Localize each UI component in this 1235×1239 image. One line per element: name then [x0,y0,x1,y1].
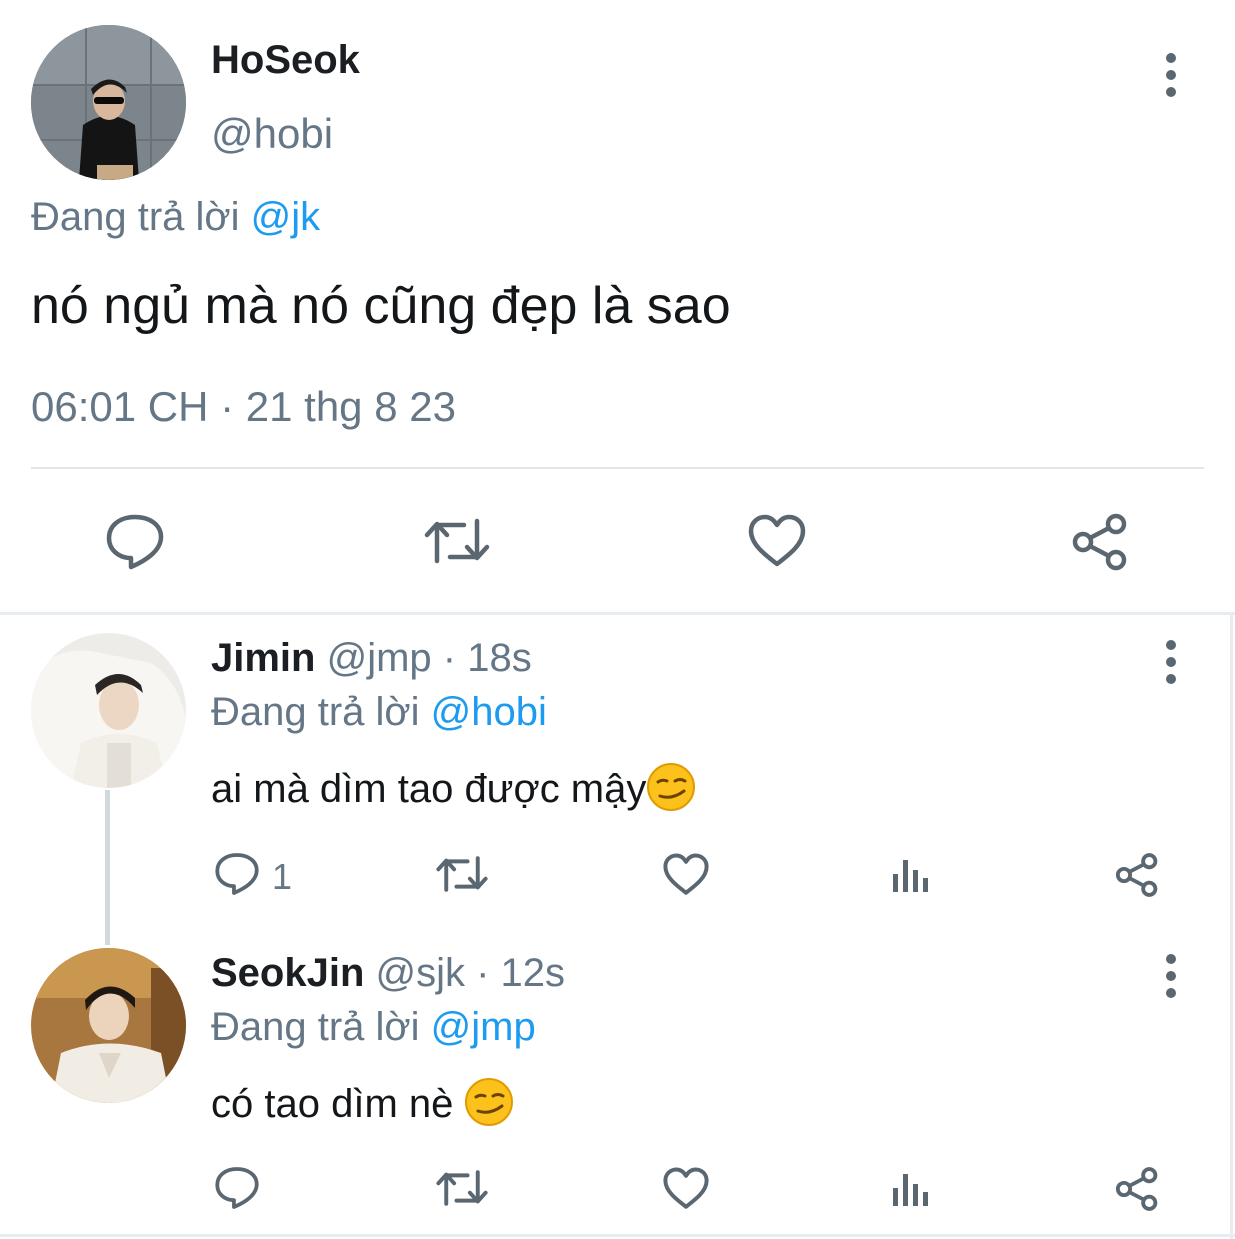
reply-mention-link[interactable]: @jk [251,195,321,239]
section-divider [0,612,1235,615]
share-icon[interactable] [1071,512,1129,572]
avatar[interactable] [31,948,186,1103]
reply-context: Đang trả lời @jk [31,195,320,240]
reply-mention-link[interactable]: @hobi [431,690,547,734]
like-icon[interactable] [748,514,806,568]
more-options-icon[interactable] [1161,53,1181,97]
author-meta[interactable]: @sjk · 12s [364,951,566,995]
reply-context: Đang trả lời @jmp [211,1005,536,1050]
more-options-icon[interactable] [1161,954,1181,998]
reply-context-label: Đang trả lời [211,690,431,734]
border [0,1234,1235,1237]
tweet-text-container: ai mà dìm tao được mậy [211,762,696,812]
thread-connector [105,790,110,945]
tweet-text: có tao dìm nè [211,1082,465,1126]
avatar[interactable] [31,25,186,180]
reply-header: SeokJin @sjk · 12s [211,951,565,996]
reply-icon[interactable] [105,513,165,571]
border [1230,612,1233,1239]
author-handle[interactable]: @hobi [211,110,333,158]
analytics-icon[interactable] [891,856,931,894]
reply-context-label: Đang trả lời [31,195,251,239]
retweet-icon[interactable] [436,1167,488,1209]
author-name[interactable]: Jimin [211,636,315,680]
tweet-text: nó ngủ mà nó cũng đẹp là sao [31,277,731,335]
reply-icon[interactable] [214,852,260,896]
retweet-icon[interactable] [436,853,488,895]
author-meta[interactable]: @jmp · 18s [315,636,532,680]
tweet-text-container: có tao dìm nè [211,1077,514,1127]
share-icon[interactable] [1114,1166,1160,1212]
analytics-icon[interactable] [891,1170,931,1208]
reply-icon[interactable] [214,1166,260,1210]
reply-header: Jimin @jmp · 18s [211,636,532,681]
author-name[interactable]: SeokJin [211,951,364,995]
retweet-icon[interactable] [424,515,490,567]
like-icon[interactable] [663,853,709,896]
reply-count: 1 [272,856,293,897]
avatar[interactable] [31,633,186,788]
divider [31,467,1204,469]
smirk-emoji-icon [464,1077,514,1127]
share-icon[interactable] [1114,852,1160,898]
tweet-timestamp[interactable]: 06:01 CH · 21 thg 8 23 [31,383,456,431]
author-name[interactable]: HoSeok [211,38,360,83]
like-icon[interactable] [663,1167,709,1210]
reply-context-label: Đang trả lời [211,1005,431,1049]
reply-context: Đang trả lời @hobi [211,690,547,735]
more-options-icon[interactable] [1161,640,1181,684]
reply-mention-link[interactable]: @jmp [431,1005,536,1049]
smirk-emoji-icon [646,762,696,812]
tweet-text: ai mà dìm tao được mậy [211,767,647,811]
